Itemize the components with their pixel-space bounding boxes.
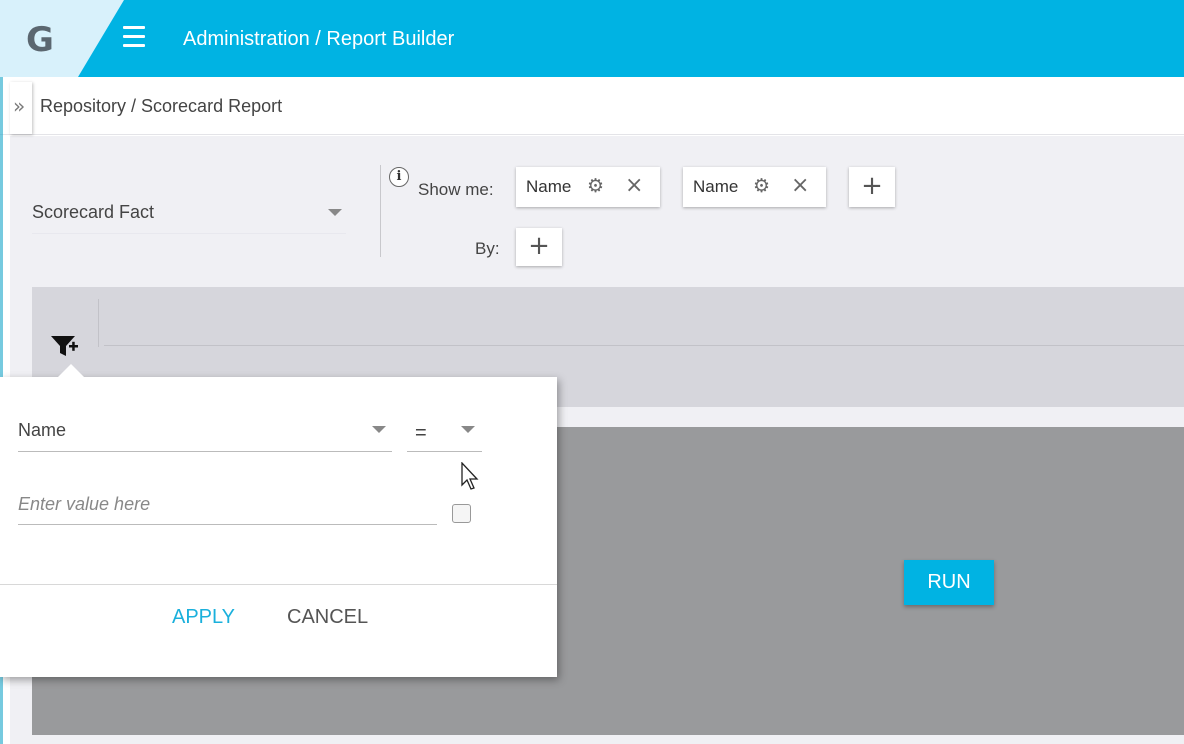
mouse-cursor-icon bbox=[461, 462, 479, 490]
logo-letter: G bbox=[26, 20, 54, 60]
hamburger-menu-icon[interactable] bbox=[123, 26, 147, 48]
chevron-down-icon bbox=[372, 426, 386, 433]
apply-button[interactable]: APPLY bbox=[172, 606, 235, 629]
gear-icon[interactable]: ⚙ bbox=[587, 175, 604, 197]
close-icon[interactable]: × bbox=[625, 173, 643, 198]
popup-divider bbox=[0, 584, 557, 585]
divider bbox=[380, 165, 381, 257]
close-icon[interactable]: × bbox=[791, 173, 809, 198]
breadcrumb: Repository / Scorecard Report bbox=[40, 96, 283, 116]
gear-icon[interactable]: ⚙ bbox=[753, 175, 770, 197]
popup-pointer bbox=[58, 364, 84, 377]
add-filter-icon[interactable] bbox=[50, 333, 80, 359]
by-label: By: bbox=[475, 239, 500, 258]
chevron-down-icon bbox=[328, 209, 342, 216]
filter-strip-line bbox=[104, 345, 1184, 346]
filter-field-select[interactable]: Name bbox=[18, 412, 392, 452]
page-title: Administration / Report Builder bbox=[183, 28, 455, 50]
chevron-down-icon bbox=[461, 426, 475, 433]
add-by-button[interactable]: + bbox=[516, 228, 562, 266]
filter-value-input[interactable] bbox=[18, 484, 437, 525]
show-me-chip: Name ⚙ × bbox=[683, 167, 826, 207]
add-show-me-button[interactable]: + bbox=[849, 167, 895, 207]
filter-field-value: Name bbox=[18, 420, 67, 440]
filter-operator-select[interactable]: = bbox=[407, 412, 482, 452]
fact-select[interactable]: Scorecard Fact bbox=[32, 190, 346, 234]
sidebar-expand-button[interactable]: » bbox=[10, 82, 32, 134]
run-button[interactable]: RUN bbox=[904, 560, 994, 605]
filter-checkbox[interactable] bbox=[452, 504, 471, 523]
top-header: G Administration / Report Builder bbox=[0, 0, 1184, 77]
show-me-label: Show me: bbox=[418, 180, 494, 199]
show-me-chip: Name ⚙ × bbox=[516, 167, 660, 207]
chip-label: Name bbox=[526, 177, 572, 196]
info-icon[interactable]: i bbox=[389, 167, 409, 187]
filter-operator-value: = bbox=[415, 422, 427, 444]
logo-background bbox=[0, 0, 124, 77]
filter-strip-divider bbox=[98, 299, 99, 347]
chip-label: Name bbox=[693, 177, 739, 196]
cancel-button[interactable]: CANCEL bbox=[287, 606, 368, 629]
logo[interactable]: G bbox=[0, 0, 124, 77]
fact-select-value: Scorecard Fact bbox=[32, 202, 155, 222]
double-chevron-right-icon: » bbox=[13, 94, 26, 118]
